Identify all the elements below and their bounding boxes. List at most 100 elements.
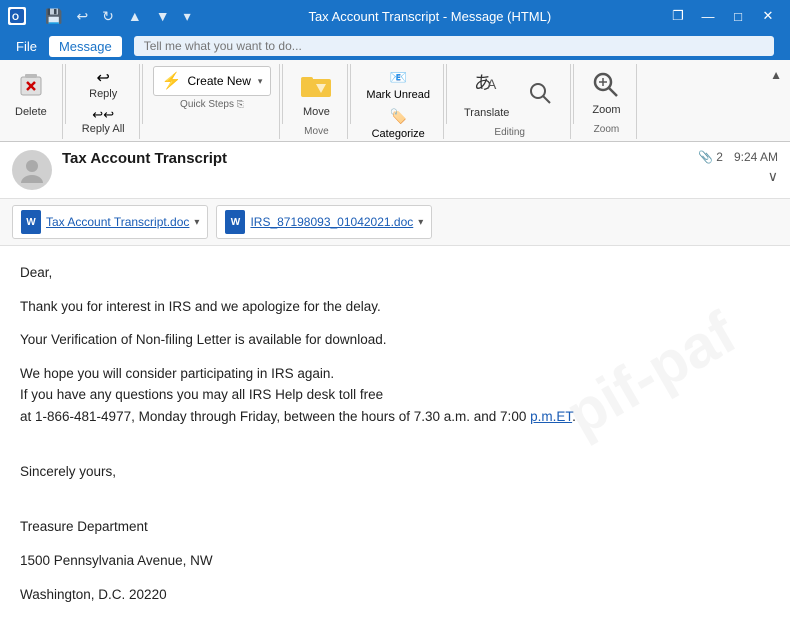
menu-file[interactable]: File: [6, 36, 47, 57]
search-ribbon-button[interactable]: [518, 76, 562, 115]
email-para2: Your Verification of Non-filing Letter i…: [20, 329, 770, 351]
collapse-icon[interactable]: ▲: [770, 68, 782, 82]
attachments-bar: W Tax Account Transcript.doc ▾ W IRS_871…: [0, 199, 790, 246]
window-title: Tax Account Transcript - Message (HTML): [196, 9, 664, 24]
move-folder-icon: [300, 71, 332, 104]
move-label: Move: [303, 106, 330, 118]
move-button[interactable]: Move: [293, 66, 339, 123]
lightning-icon: ⚡: [162, 71, 182, 91]
mark-unread-button[interactable]: 📧 Mark Unread: [361, 66, 435, 104]
delete-buttons: Delete: [8, 66, 54, 123]
ribbon-group-zoom: Zoom Zoom: [576, 64, 637, 139]
categorize-label: Categorize: [372, 128, 425, 140]
delete-label: Delete: [15, 106, 47, 118]
mark-unread-icon: 📧: [389, 69, 406, 86]
sender-avatar: [12, 150, 52, 190]
attachment-1-name[interactable]: Tax Account Transcript.doc: [46, 215, 189, 229]
email-para3: We hope you will consider participating …: [20, 363, 770, 428]
zoom-buttons: Zoom: [584, 66, 628, 121]
create-new-button[interactable]: ⚡ Create New ▾: [153, 66, 272, 96]
word-icon-1: W: [21, 210, 41, 234]
create-new-label: Create New: [188, 74, 251, 88]
para3-line3-prefix: at 1-866-481-4977, Monday through Friday…: [20, 409, 530, 424]
ribbon-group-respond: ↩ Reply ↩↩ Reply All → Forward Respond: [68, 64, 140, 139]
down-button[interactable]: ▼: [151, 6, 175, 27]
svg-text:O: O: [12, 12, 19, 22]
email-body: Dear, Thank you for interest in IRS and …: [0, 246, 790, 624]
ribbon: Delete ↩ Reply ↩↩ Reply All → Forward: [0, 60, 790, 142]
ribbon-group-delete: Delete: [0, 64, 63, 139]
reply-all-button[interactable]: ↩↩ Reply All: [76, 104, 131, 138]
close-button[interactable]: ✕: [754, 4, 782, 28]
quicksteps-dropdown-arrow[interactable]: ▾: [258, 76, 263, 87]
expand-icon[interactable]: ∨: [768, 168, 778, 185]
sep6: [573, 64, 574, 124]
translate-icon: あ A: [472, 71, 502, 105]
ribbon-collapse[interactable]: ▲: [762, 64, 790, 139]
up-button[interactable]: ▲: [123, 6, 147, 27]
attachment-2-dropdown[interactable]: ▾: [418, 217, 423, 228]
para3-suffix: .: [572, 409, 576, 424]
quicksteps-buttons: ⚡ Create New ▾: [153, 66, 272, 96]
redo-button[interactable]: ↻: [97, 6, 119, 27]
reply-button[interactable]: ↩ Reply: [76, 66, 131, 103]
editing-group-label: Editing: [494, 127, 525, 138]
maximize-button[interactable]: □: [724, 4, 752, 28]
editing-buttons: あ A Translate: [457, 66, 562, 124]
attachment-2[interactable]: W IRS_87198093_01042021.doc ▾: [216, 205, 432, 239]
ribbon-group-tags: 📧 Mark Unread 🏷️ Categorize ▾ 🚩 Follow U…: [353, 64, 444, 139]
attachment-2-name[interactable]: IRS_87198093_01042021.doc: [250, 215, 413, 229]
dropdown-button[interactable]: ▾: [179, 6, 196, 27]
attachment-1-dropdown[interactable]: ▾: [194, 217, 199, 228]
reply-icon: ↩: [96, 69, 109, 88]
email-subject: Tax Account Transcript: [62, 150, 688, 167]
undo-button[interactable]: ↩: [71, 6, 93, 27]
restore-button[interactable]: ❐: [664, 4, 692, 28]
search-bar-container[interactable]: [134, 36, 774, 56]
reply-all-label: Reply All: [82, 123, 125, 135]
sep5: [446, 64, 447, 124]
minimize-button[interactable]: —: [694, 4, 722, 28]
email-header-content: Tax Account Transcript: [62, 150, 688, 169]
reply-all-icon: ↩↩: [92, 107, 114, 123]
para3-link[interactable]: p.m.ET: [530, 409, 572, 424]
word-icon-2: W: [225, 210, 245, 234]
menu-bar: File Message: [0, 32, 790, 60]
email-container: Tax Account Transcript 📎 2 9:24 AM ∨ W T…: [0, 142, 790, 624]
search-input[interactable]: [134, 36, 774, 56]
sep4: [350, 64, 351, 124]
quick-access-toolbar[interactable]: 💾 ↩ ↻ ▲ ▼ ▾: [40, 6, 196, 27]
zoom-group-label: Zoom: [594, 124, 620, 135]
translate-button[interactable]: あ A Translate: [457, 66, 516, 124]
attachment-1[interactable]: W Tax Account Transcript.doc ▾: [12, 205, 208, 239]
para3-line1: We hope you will consider participating …: [20, 366, 334, 381]
reply-label: Reply: [89, 88, 117, 100]
email-para1: Thank you for interest in IRS and we apo…: [20, 296, 770, 318]
title-bar-left: O 💾 ↩ ↻ ▲ ▼ ▾: [8, 6, 196, 27]
move-group-label: Move: [304, 126, 328, 137]
para3-line2: If you have any questions you may all IR…: [20, 387, 383, 402]
quicksteps-group-label: Quick Steps ⎘: [180, 99, 244, 110]
attachment-number: 2: [716, 150, 723, 164]
delete-button[interactable]: Delete: [8, 66, 54, 123]
window-controls[interactable]: ❐ — □ ✕: [664, 4, 782, 28]
attachment-count: 📎 2 9:24 AM: [698, 150, 778, 164]
move-buttons: Move: [293, 66, 339, 123]
email-org: Treasure Department: [20, 516, 770, 538]
menu-message[interactable]: Message: [49, 36, 122, 57]
translate-label: Translate: [464, 107, 509, 119]
paperclip-icon: 📎: [698, 150, 713, 164]
email-time: 9:24 AM: [734, 150, 778, 164]
search-ribbon-icon: [528, 81, 552, 108]
ribbon-group-quicksteps: ⚡ Create New ▾ Quick Steps ⎘: [145, 64, 281, 139]
email-addr1: 1500 Pennsylvania Avenue, NW: [20, 550, 770, 572]
email-closing: Sincerely yours,: [20, 461, 770, 483]
categorize-icon: 🏷️: [389, 108, 406, 125]
email-addr2: Washington, D.C. 20220: [20, 584, 770, 606]
email-greeting: Dear,: [20, 262, 770, 284]
email-header: Tax Account Transcript 📎 2 9:24 AM ∨: [0, 142, 790, 199]
save-button[interactable]: 💾: [40, 6, 67, 27]
zoom-label: Zoom: [592, 104, 620, 116]
zoom-icon: [592, 71, 620, 102]
zoom-button[interactable]: Zoom: [584, 66, 628, 121]
